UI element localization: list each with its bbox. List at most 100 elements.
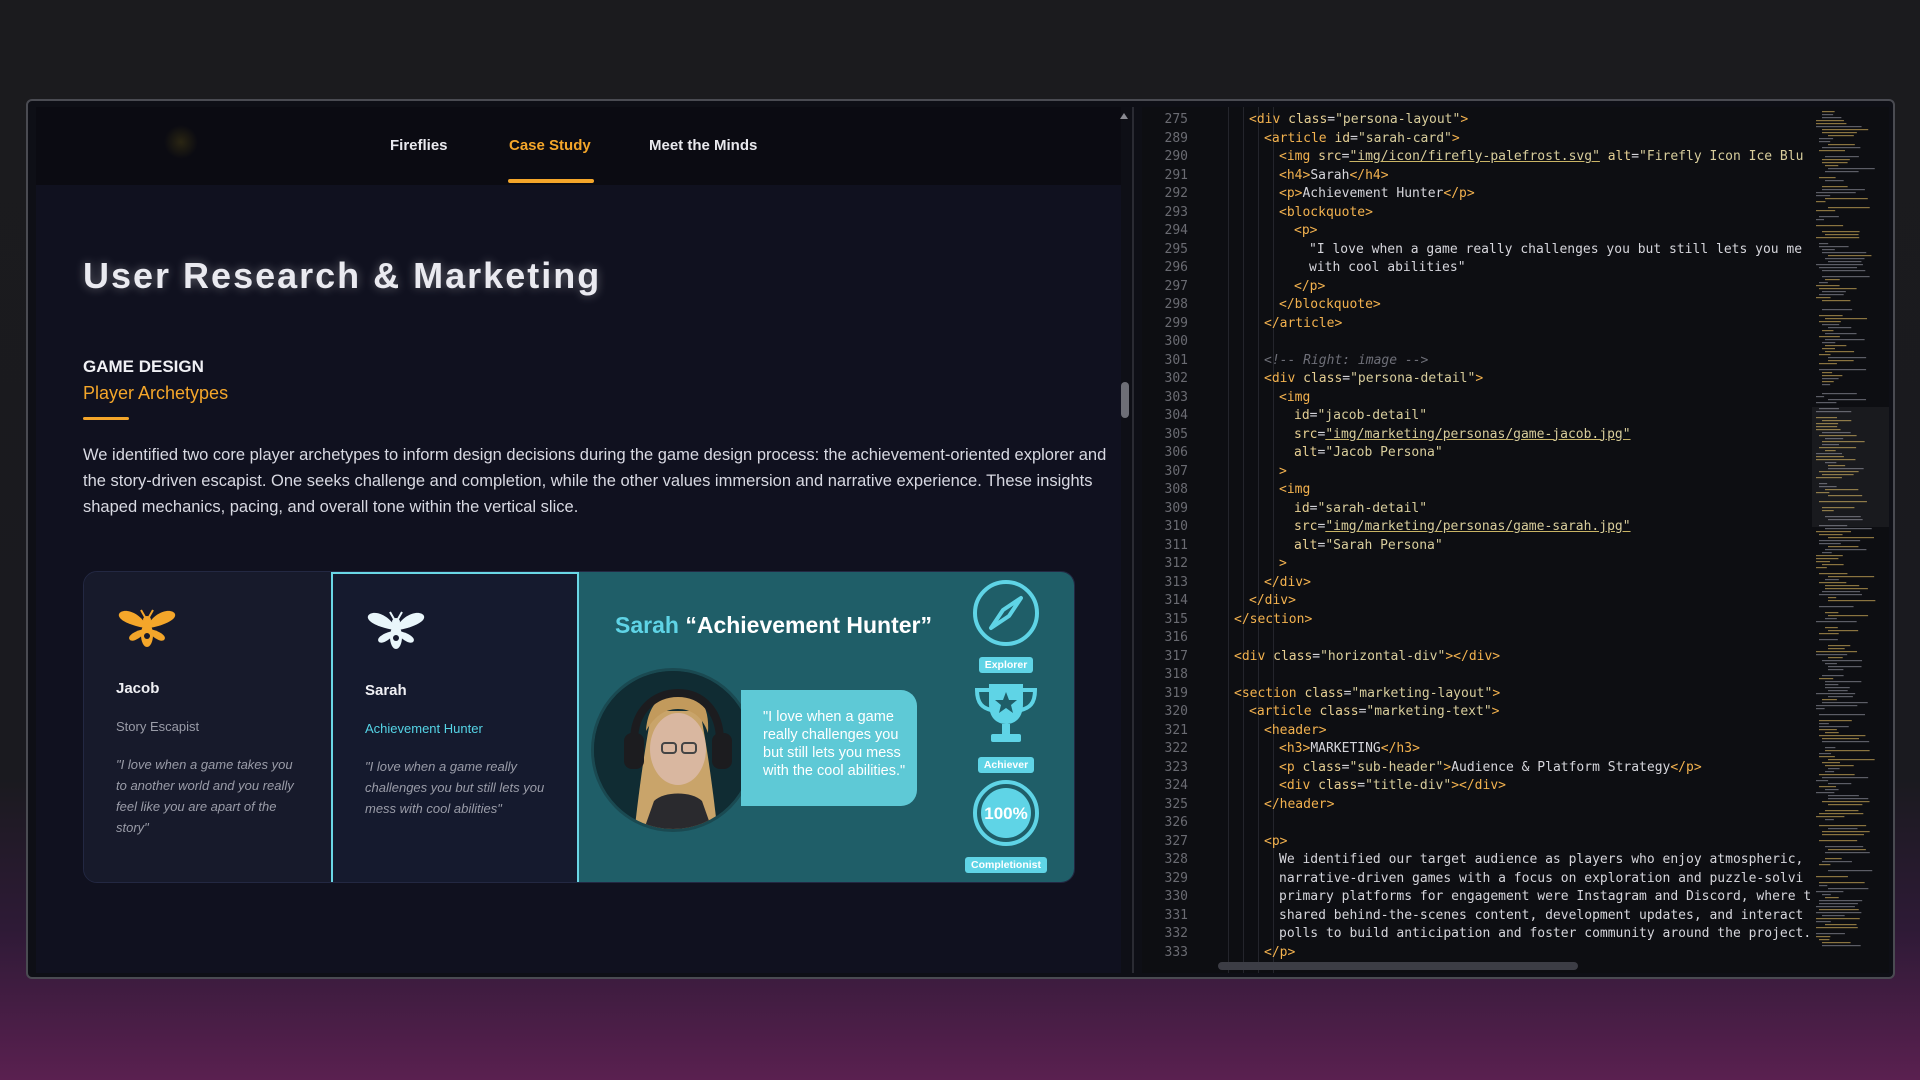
code-line[interactable]: 314 </div> [1142,593,1832,612]
minimap-line [1828,669,1844,671]
badge-label: Achiever [977,757,1035,773]
code-line[interactable]: 299 </article> [1142,316,1832,335]
code-line[interactable]: 291 <h4>Sarah</h4> [1142,168,1832,187]
minimap-line [1822,777,1869,779]
code-line[interactable]: 301 <!-- Right: image --> [1142,353,1832,372]
minimap-line [1822,702,1868,704]
code-text: <p>Achievement Hunter</p> [1279,186,1475,201]
line-number: 307 [1164,463,1188,479]
line-number: 304 [1164,408,1188,423]
badge-achiever: Achiever [969,678,1043,773]
code-line[interactable]: 295 "I love when a game really challenges… [1142,242,1832,261]
scroll-up-arrow-icon[interactable] [1120,113,1128,119]
code-line[interactable]: 326 [1142,815,1832,834]
line-number: 329 [1164,870,1188,886]
minimap-line [1828,600,1876,602]
code-line[interactable]: 318 [1142,667,1832,686]
code-line[interactable]: 320 <article class="marketing-text"> [1142,704,1832,723]
minimap-line [1825,588,1868,590]
minimap-line [1816,237,1860,239]
nav-case-study[interactable]: Case Study [509,137,591,154]
code-line[interactable]: 304 id="jacob-detail" [1142,408,1832,427]
code-line[interactable]: 303 <img [1142,390,1832,409]
code-line[interactable]: 328 We identified our target audience as … [1142,852,1832,871]
minimap-line [1822,741,1870,743]
code-text: <div class="persona-layout"> [1249,112,1469,127]
code-line[interactable]: 297 </p> [1142,279,1832,298]
persona-photo [591,668,755,832]
code-text: <img [1279,389,1311,405]
trophy-icon [974,684,1038,742]
preview-scrollbar-thumb[interactable] [1121,382,1129,418]
pane-splitter[interactable] [1132,107,1134,973]
nav-meet-the-minds[interactable]: Meet the Minds [649,137,757,154]
code-line[interactable]: 294 <p> [1142,223,1832,242]
code-minimap[interactable] [1812,107,1889,973]
logo-glow[interactable] [164,125,198,159]
minimap-line [1816,693,1856,695]
minimap-line [1819,885,1828,887]
code-line[interactable]: 305 src="img/marketing/personas/game-jaco… [1142,427,1832,446]
code-text: <div class="horizontal-div"></div> [1234,648,1501,664]
persona-card-sarah[interactable]: Sarah Achievement Hunter "I love when a … [331,572,579,882]
code-line[interactable]: 327 <p> [1142,834,1832,853]
editor-horizontal-scrollbar[interactable] [1218,962,1578,970]
persona-card-jacob[interactable]: Jacob Story Escapist "I love when a game… [84,572,331,882]
line-number: 294 [1164,223,1188,238]
code-line[interactable]: 307 > [1142,464,1832,483]
code-line[interactable]: 302 <div class="persona-detail"> [1142,371,1832,390]
code-line[interactable]: 313 </div> [1142,575,1832,594]
intro-paragraph: We identified two core player archetypes… [83,446,1107,516]
nav-fireflies[interactable]: Fireflies [390,137,448,154]
code-line[interactable]: 323 <p class="sub-header">Audience & Plat… [1142,760,1832,779]
minimap-line [1819,540,1861,542]
code-line[interactable]: 330 primary platforms for engagement were… [1142,889,1832,908]
code-line[interactable]: 319 <section class="marketing-layout"> [1142,686,1832,705]
code-line[interactable]: 333 </p> [1142,945,1832,964]
minimap-line [1819,141,1831,143]
code-line[interactable]: 289 <article id="sarah-card"> [1142,131,1832,150]
app-window: Fireflies Case Study Meet the Minds User… [26,99,1895,979]
code-line[interactable]: 331 shared behind-the-scenes content, dev… [1142,908,1832,927]
code-line[interactable]: 325 </header> [1142,797,1832,816]
code-line[interactable]: 316 [1142,630,1832,649]
code-line[interactable]: 310 src="img/marketing/personas/game-sara… [1142,519,1832,538]
section-subtitle: Player Archetypes [83,383,229,403]
code-line[interactable]: 322 <h3>MARKETING</h3> [1142,741,1832,760]
minimap-line [1822,324,1840,326]
code-line[interactable]: 329 narrative-driven games with a focus o… [1142,871,1832,890]
minimap-line [1822,375,1843,377]
code-text: <p class="sub-header">Audience & Platfor… [1279,759,1702,775]
code-line[interactable]: 312 > [1142,556,1832,575]
code-line[interactable]: 315 </section> [1142,612,1832,631]
persona-quote: "I love when a game really challenges yo… [365,759,545,816]
code-line[interactable]: 298 </blockquote> [1142,297,1832,316]
code-line[interactable]: 332 polls to build anticipation and foste… [1142,926,1832,945]
minimap-line [1828,399,1867,401]
line-number: 327 [1164,833,1188,849]
code-line[interactable]: 324 <div class="title-div"></div> [1142,778,1832,797]
minimap-line [1822,564,1844,566]
minimap-line [1828,168,1875,170]
code-line[interactable]: 317 <div class="horizontal-div"></div> [1142,649,1832,668]
minimap-line [1819,723,1829,725]
code-line[interactable]: 309 id="sarah-detail" [1142,501,1832,520]
minimap-line [1828,135,1854,137]
code-line[interactable]: 306 alt="Jacob Persona" [1142,445,1832,464]
minimap-line [1819,753,1832,755]
code-line[interactable]: 308 <img [1142,482,1832,501]
code-text: alt="Jacob Persona" [1294,445,1443,460]
code-text: <section class="marketing-layout"> [1234,685,1501,701]
code-editor[interactable]: 275 <div class="persona-layout"> 289 <artic… [1142,107,1889,973]
code-line[interactable]: 311 alt="Sarah Persona" [1142,538,1832,557]
code-line[interactable]: 321 <header> [1142,723,1832,742]
minimap-viewport[interactable] [1812,407,1889,527]
code-line[interactable]: 296 with cool abilities" [1142,260,1832,279]
code-line[interactable]: 300 [1142,334,1832,353]
code-line[interactable]: 290 <img src="img/icon/firefly-palefrost.… [1142,149,1832,168]
minimap-line [1828,783,1852,785]
code-line[interactable]: 293 <blockquote> [1142,205,1832,224]
code-text: narrative-driven games with a focus on e… [1279,870,1804,886]
code-line[interactable]: 275 <div class="persona-layout"> [1142,112,1832,131]
code-line[interactable]: 292 <p>Achievement Hunter</p> [1142,186,1832,205]
